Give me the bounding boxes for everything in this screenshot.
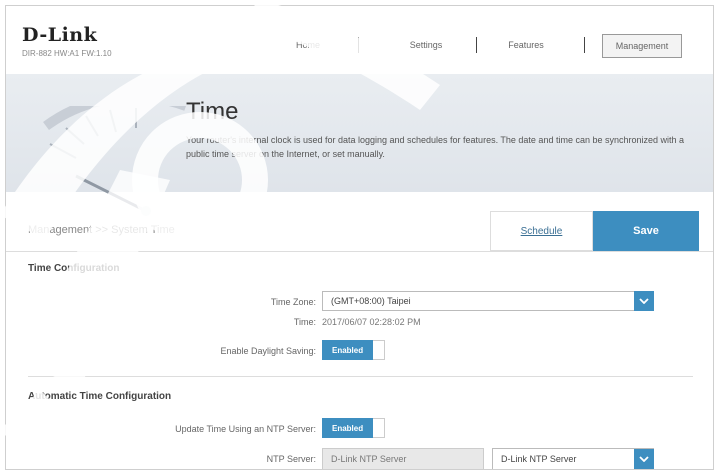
ntp-server-label: NTP Server: bbox=[266, 454, 316, 464]
daylight-saving-label: Enable Daylight Saving: bbox=[220, 346, 316, 356]
toggle-state: Enabled bbox=[322, 340, 374, 360]
automatic-time-configuration-heading: Automatic Time Configuration bbox=[28, 391, 172, 402]
ntp-server-field: D-Link NTP Server bbox=[322, 448, 484, 469]
nav-features[interactable]: Features bbox=[496, 34, 556, 56]
toggle-handle bbox=[373, 340, 386, 360]
section-divider bbox=[28, 376, 693, 377]
clock-gauge-icon bbox=[43, 106, 186, 216]
current-time: 2017/06/07 02:28:02 PM bbox=[322, 317, 421, 327]
router-admin-page: D-Link DIR-882 HW:A1 FW:1.10 Home Settin… bbox=[5, 5, 714, 470]
time-label: Time: bbox=[293, 317, 316, 327]
page-title: Time bbox=[186, 98, 239, 125]
time-zone-label: Time Zone: bbox=[270, 297, 316, 307]
top-bar: D-Link DIR-882 HW:A1 FW:1.10 Home Settin… bbox=[6, 6, 713, 74]
chevron-down-icon[interactable] bbox=[634, 291, 654, 311]
nav-separator bbox=[358, 37, 359, 53]
dlink-logo: D-Link bbox=[22, 24, 98, 46]
save-button[interactable]: Save bbox=[593, 211, 699, 251]
chevron-down-icon[interactable] bbox=[634, 449, 654, 469]
nav-home[interactable]: Home bbox=[278, 34, 338, 56]
daylight-saving-toggle[interactable]: Enabled bbox=[322, 340, 386, 360]
ntp-update-label: Update Time Using an NTP Server: bbox=[175, 424, 316, 434]
time-configuration-heading: Time Configuration bbox=[28, 263, 120, 274]
model-info: DIR-882 HW:A1 FW:1.10 bbox=[22, 49, 112, 58]
nav-separator bbox=[476, 37, 477, 53]
nav-separator bbox=[584, 37, 585, 53]
ntp-update-toggle[interactable]: Enabled bbox=[322, 418, 386, 438]
toggle-handle bbox=[373, 418, 386, 438]
nav-management[interactable]: Management bbox=[602, 34, 682, 58]
schedule-link[interactable]: Schedule bbox=[490, 211, 593, 251]
toggle-state: Enabled bbox=[322, 418, 374, 438]
ntp-server-select[interactable]: D-Link NTP Server bbox=[492, 448, 654, 469]
time-zone-select[interactable]: (GMT+08:00) Taipei bbox=[322, 291, 654, 311]
nav-settings[interactable]: Settings bbox=[396, 34, 456, 56]
page-description: Your router's internal clock is used for… bbox=[186, 135, 685, 159]
breadcrumb: Management >> System Time bbox=[28, 224, 175, 236]
